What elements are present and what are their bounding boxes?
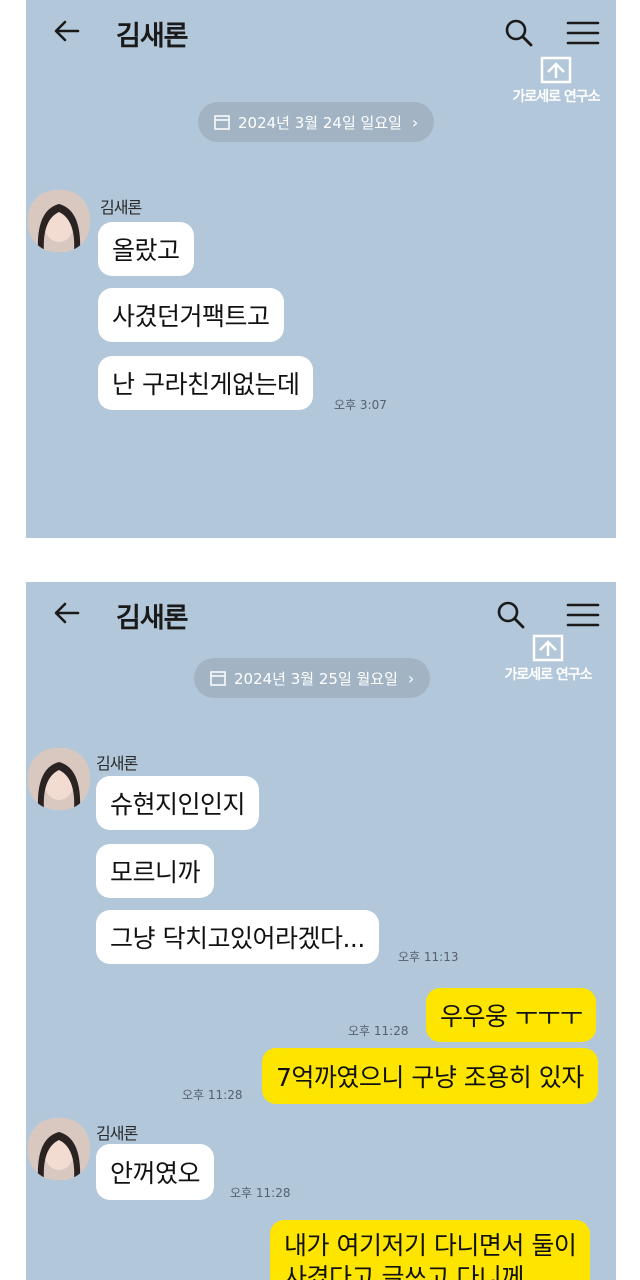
sender-name: 김새론 [100, 198, 142, 217]
chat-title: 김새론 [116, 603, 189, 634]
menu-icon[interactable] [566, 20, 600, 46]
back-arrow-icon[interactable] [52, 598, 82, 628]
message-time: 오후 11:28 [182, 1088, 243, 1102]
outgoing-message[interactable]: 내가 여기저기 다니면서 둘이 사겼다고 글쓰고 다니께 [270, 1220, 591, 1280]
incoming-message[interactable]: 슈현지인인지 [96, 776, 260, 830]
incoming-message[interactable]: 그냥 닥치고있어라겠다... [96, 910, 379, 964]
message-time: 오후 3:07 [334, 398, 387, 412]
message-time: 오후 11:28 [348, 1024, 409, 1038]
back-arrow-icon[interactable] [52, 16, 82, 46]
message-line: 사겼다고 글쓰고 다니께 [284, 1263, 524, 1280]
watermark: 가로세로 연구소 [496, 56, 616, 106]
watermark-text: 가로세로 연구소 [512, 89, 600, 105]
chat-title: 김새론 [116, 21, 189, 52]
avatar-image [28, 1118, 90, 1180]
avatar[interactable] [28, 190, 90, 252]
avatar[interactable] [28, 748, 90, 810]
sender-name: 김새론 [96, 1124, 138, 1143]
incoming-message[interactable]: 안꺼였오 [96, 1144, 215, 1200]
date-separator[interactable]: 2024년 3월 24일 일요일 › [198, 102, 435, 142]
watermark-logo-icon [532, 634, 564, 662]
incoming-message[interactable]: 올랐고 [98, 222, 194, 276]
search-icon[interactable] [504, 18, 534, 48]
avatar[interactable] [28, 1118, 90, 1180]
date-text: 2024년 3월 24일 일요일 [238, 113, 402, 132]
watermark-logo-icon [540, 56, 572, 84]
avatar-image [28, 748, 90, 810]
chevron-right-icon: › [407, 668, 415, 688]
chat-screen-1: 김새론 가로세로 연구소 2024년 3월 24일 일요일 › 김새론 올랐고 … [26, 0, 616, 538]
incoming-message[interactable]: 모르니까 [96, 844, 215, 898]
outgoing-message[interactable]: 우우웅 ㅜㅜㅜ [426, 988, 597, 1042]
outgoing-message[interactable]: 7억까였으니 구냥 조용히 있자 [262, 1048, 598, 1104]
incoming-message[interactable]: 난 구라친게없는데 [98, 356, 314, 410]
date-separator[interactable]: 2024년 3월 25일 월요일 › [194, 658, 431, 698]
message-time: 오후 11:13 [398, 950, 459, 964]
avatar-image [28, 190, 90, 252]
watermark: 가로세로 연구소 [488, 634, 608, 684]
message-time: 오후 11:28 [230, 1186, 291, 1200]
message-line: 내가 여기저기 다니면서 둘이 [284, 1231, 577, 1260]
calendar-icon [210, 671, 226, 686]
menu-icon[interactable] [566, 602, 600, 628]
chevron-right-icon: › [411, 112, 419, 132]
incoming-message[interactable]: 사겼던거팩트고 [98, 288, 284, 342]
calendar-icon [214, 115, 230, 130]
chat-screen-2: 김새론 가로세로 연구소 2024년 3월 25일 월요일 › 김새론 슈현지인… [26, 582, 616, 1280]
date-text: 2024년 3월 25일 월요일 [234, 669, 398, 688]
search-icon[interactable] [496, 600, 526, 630]
sender-name: 김새론 [96, 754, 138, 773]
watermark-text: 가로세로 연구소 [504, 667, 592, 683]
